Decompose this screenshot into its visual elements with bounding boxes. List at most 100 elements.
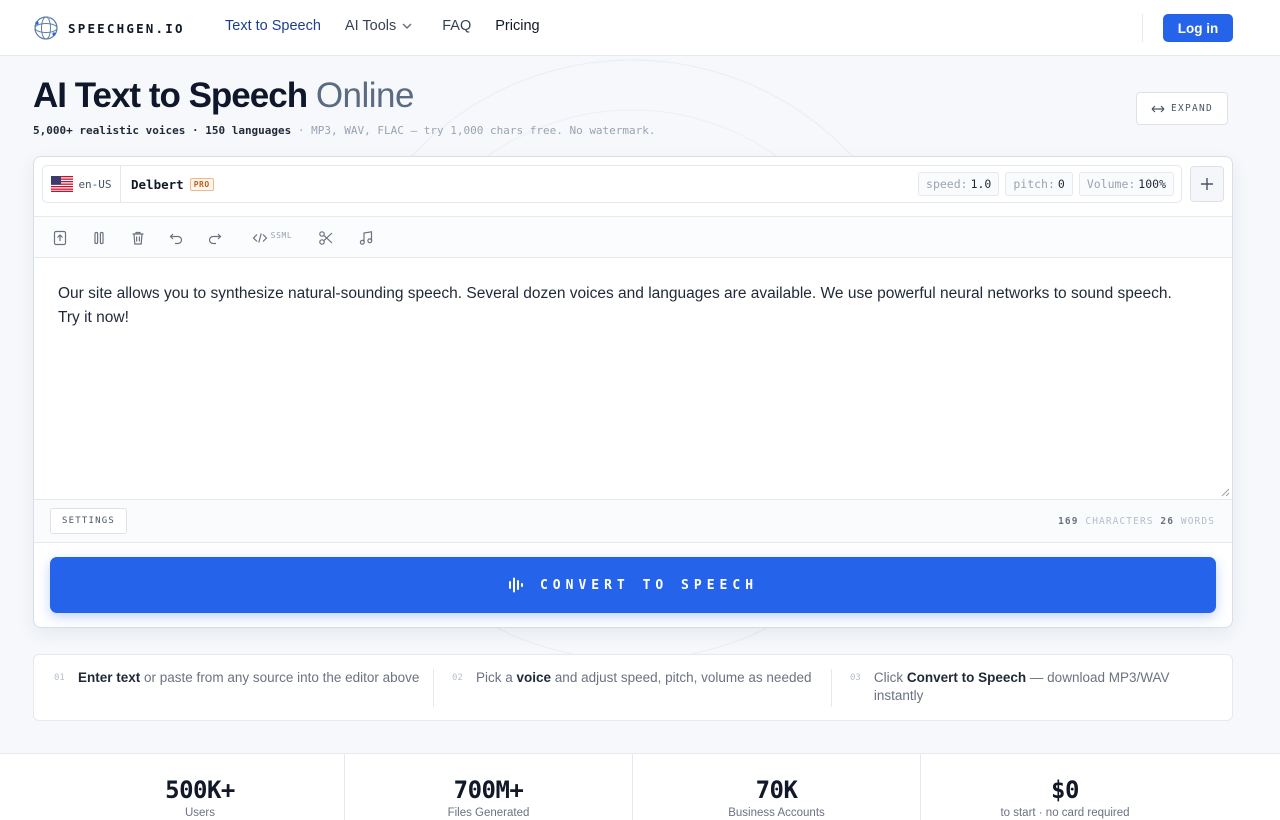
undo-icon bbox=[169, 233, 183, 245]
text-counter: 169 CHARACTERS 26 WORDS bbox=[1058, 516, 1215, 527]
page-title-light: Online bbox=[315, 76, 415, 115]
step-2-text: Pick a voice and adjust speed, pitch, vo… bbox=[476, 669, 811, 687]
step-3-number: 03 bbox=[850, 673, 861, 683]
background-music-button[interactable] bbox=[356, 228, 376, 248]
upload-file-button[interactable] bbox=[50, 228, 70, 248]
language-code: en-US bbox=[78, 177, 112, 191]
volume-param[interactable]: Volume: 100% bbox=[1078, 172, 1174, 196]
stat-users: 500K+ Users bbox=[56, 754, 344, 820]
nav-text-to-speech[interactable]: Text to Speech bbox=[225, 18, 321, 34]
step-2-bold: voice bbox=[516, 670, 552, 685]
redo-icon bbox=[208, 233, 222, 245]
pause-icon bbox=[94, 231, 104, 245]
waveform-icon bbox=[508, 577, 523, 593]
music-note-icon bbox=[359, 231, 373, 245]
volume-value: 100% bbox=[1138, 177, 1166, 191]
step-divider bbox=[831, 669, 832, 707]
pro-badge: PRO bbox=[189, 178, 214, 191]
step-1-text: Enter text or paste from any source into… bbox=[78, 669, 419, 687]
nav-pricing-label: Pricing bbox=[495, 18, 540, 34]
stat-files-label: Files Generated bbox=[447, 807, 530, 819]
step-2-pre: Pick a bbox=[476, 670, 517, 685]
settings-button[interactable]: SETTINGS bbox=[50, 508, 127, 534]
language-selector[interactable]: en-US bbox=[43, 166, 121, 202]
hero-subtitle: 5,000+ realistic voices · 150 languages … bbox=[33, 124, 656, 137]
chevron-down-icon bbox=[402, 23, 412, 30]
ssml-button[interactable]: SSML bbox=[248, 228, 296, 248]
step-1-rest: or paste from any source into the editor… bbox=[140, 670, 420, 685]
voice-selector[interactable]: Delbert PRO bbox=[131, 177, 214, 192]
cut-button[interactable] bbox=[316, 228, 336, 248]
upload-icon bbox=[53, 230, 67, 246]
scissors-icon bbox=[319, 231, 333, 245]
speed-param[interactable]: speed: 1.0 bbox=[918, 172, 1000, 196]
step-divider bbox=[433, 669, 434, 707]
nav-pricing[interactable]: Pricing bbox=[495, 18, 539, 34]
stat-price: $0 to start · no card required bbox=[921, 754, 1209, 820]
stat-business-label: Business Accounts bbox=[728, 807, 825, 819]
expand-arrows-icon bbox=[1151, 105, 1165, 112]
stat-users-label: Users bbox=[184, 807, 216, 819]
speed-label: speed: bbox=[926, 177, 968, 191]
nav-ai-tools[interactable]: AI Tools bbox=[345, 18, 414, 34]
undo-button[interactable] bbox=[166, 228, 186, 248]
top-navigation-bar: SPEECHGEN.IO Text to Speech AI Tools FAQ… bbox=[0, 0, 1280, 56]
stat-price-label: to start · no card required bbox=[1000, 807, 1130, 819]
character-label: CHARACTERS bbox=[1085, 516, 1154, 527]
nav-text-to-speech-label: Text to Speech bbox=[225, 18, 321, 34]
stat-price-value: $0 bbox=[1051, 776, 1079, 804]
word-label: WORDS bbox=[1180, 516, 1215, 527]
expand-label: EXPAND bbox=[1170, 103, 1214, 114]
voice-selector-bar[interactable]: en-US Delbert PRO speed: 1.0 pitch: 0 Vo… bbox=[42, 165, 1182, 203]
step-3: 03 Click Convert to Speech — download MP… bbox=[850, 669, 1220, 705]
us-flag-icon bbox=[51, 176, 74, 192]
stat-business: 70K Business Accounts bbox=[633, 754, 920, 820]
pause-insert-button[interactable] bbox=[89, 228, 109, 248]
login-button[interactable]: Log in bbox=[1163, 14, 1233, 42]
nav-faq-label: FAQ bbox=[442, 18, 472, 34]
editor-footer: SETTINGS 169 CHARACTERS 26 WORDS bbox=[34, 499, 1232, 543]
page-title: AI Text to Speech Online bbox=[33, 76, 414, 116]
volume-label: Volume: bbox=[1086, 177, 1136, 191]
pitch-value: 0 bbox=[1057, 177, 1065, 191]
pitch-param[interactable]: pitch: 0 bbox=[1005, 172, 1073, 196]
languages-count: 150 languages bbox=[205, 124, 292, 137]
globe-logo-icon bbox=[34, 16, 58, 40]
nav-ai-tools-label: AI Tools bbox=[344, 18, 397, 34]
nav-divider bbox=[1142, 14, 1143, 42]
editor-toolbar: SSML bbox=[34, 216, 1232, 258]
page-title-bold: AI Text to Speech bbox=[33, 76, 308, 115]
main-nav: Text to Speech AI Tools FAQ Pricing bbox=[225, 18, 540, 34]
convert-label: CONVERT TO SPEECH bbox=[539, 577, 759, 593]
stat-business-value: 70K bbox=[755, 776, 798, 804]
code-icon bbox=[252, 233, 268, 243]
stat-files-value: 700M+ bbox=[453, 776, 524, 804]
pitch-label: pitch: bbox=[1013, 177, 1055, 191]
voice-params: speed: 1.0 pitch: 0 Volume: 100% bbox=[918, 172, 1174, 196]
stats-strip: 500K+ Users 700M+ Files Generated 70K Bu… bbox=[0, 753, 1280, 820]
add-voice-button[interactable] bbox=[1190, 166, 1224, 202]
editor-card: en-US Delbert PRO speed: 1.0 pitch: 0 Vo… bbox=[33, 156, 1233, 628]
stat-files: 700M+ Files Generated bbox=[345, 754, 632, 820]
editor-text[interactable]: Our site allows you to synthesize natura… bbox=[58, 282, 1178, 330]
subtitle-sep: · bbox=[191, 124, 199, 137]
speed-value: 1.0 bbox=[970, 177, 992, 191]
step-2-rest: and adjust speed, pitch, volume as neede… bbox=[551, 670, 812, 685]
step-2-number: 02 bbox=[452, 673, 463, 683]
step-1-number: 01 bbox=[54, 673, 65, 683]
redo-button[interactable] bbox=[205, 228, 225, 248]
convert-to-speech-button[interactable]: CONVERT TO SPEECH bbox=[50, 557, 1216, 613]
step-3-text: Click Convert to Speech — download MP3/W… bbox=[874, 669, 1220, 705]
trash-icon bbox=[132, 231, 144, 245]
text-editor[interactable]: Our site allows you to synthesize natura… bbox=[34, 258, 1232, 499]
resize-handle-icon[interactable] bbox=[1220, 487, 1230, 497]
brand-name: SPEECHGEN.IO bbox=[68, 20, 185, 36]
expand-button[interactable]: EXPAND bbox=[1136, 92, 1228, 125]
brand-logo[interactable]: SPEECHGEN.IO bbox=[32, 14, 185, 42]
word-count: 26 bbox=[1160, 516, 1175, 527]
clear-text-button[interactable] bbox=[128, 228, 148, 248]
step-2: 02 Pick a voice and adjust speed, pitch,… bbox=[452, 669, 822, 687]
nav-faq[interactable]: FAQ bbox=[442, 18, 471, 34]
stat-users-value: 500K+ bbox=[165, 776, 235, 804]
step-1-bold: Enter text bbox=[78, 670, 141, 685]
